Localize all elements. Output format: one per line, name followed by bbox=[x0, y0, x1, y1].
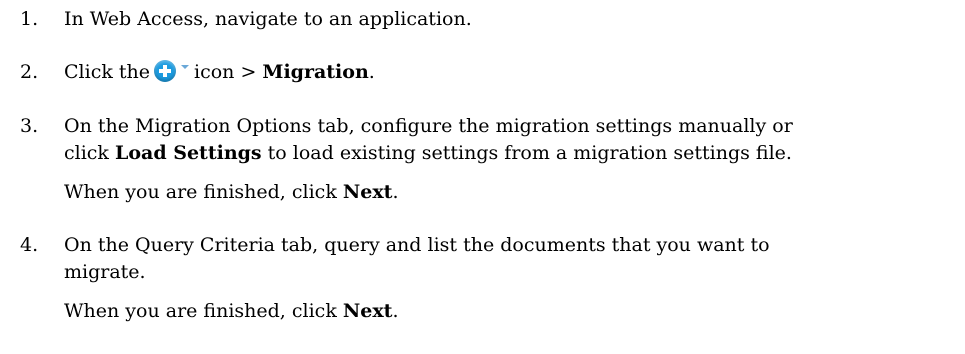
add-icon bbox=[154, 60, 177, 82]
button-name: Next bbox=[342, 300, 393, 322]
button-name: Next bbox=[342, 181, 393, 203]
chevron-down-icon bbox=[181, 65, 190, 69]
menu-item-name: Migration bbox=[262, 61, 369, 83]
step-text: icon > bbox=[194, 61, 257, 83]
step-text: In Web Access, navigate to an applicatio… bbox=[64, 8, 472, 30]
step-number: 2. bbox=[20, 61, 39, 83]
procedure-steps: 1. In Web Access, navigate to an applica… bbox=[0, 0, 965, 354]
step-number: 3. bbox=[20, 115, 39, 137]
button-name: Load Settings bbox=[115, 142, 262, 164]
step-text-line-2: migrate. bbox=[64, 261, 146, 283]
step-text-line-1: On the Query Criteria tab, query and lis… bbox=[64, 234, 770, 256]
step-number: 4. bbox=[20, 234, 39, 256]
step-text: Click the bbox=[64, 61, 151, 83]
add-dropdown-icon bbox=[154, 60, 192, 82]
step-text-line-1: On the Migration Options tab, configure … bbox=[64, 115, 793, 137]
step-number: 1. bbox=[20, 8, 39, 30]
